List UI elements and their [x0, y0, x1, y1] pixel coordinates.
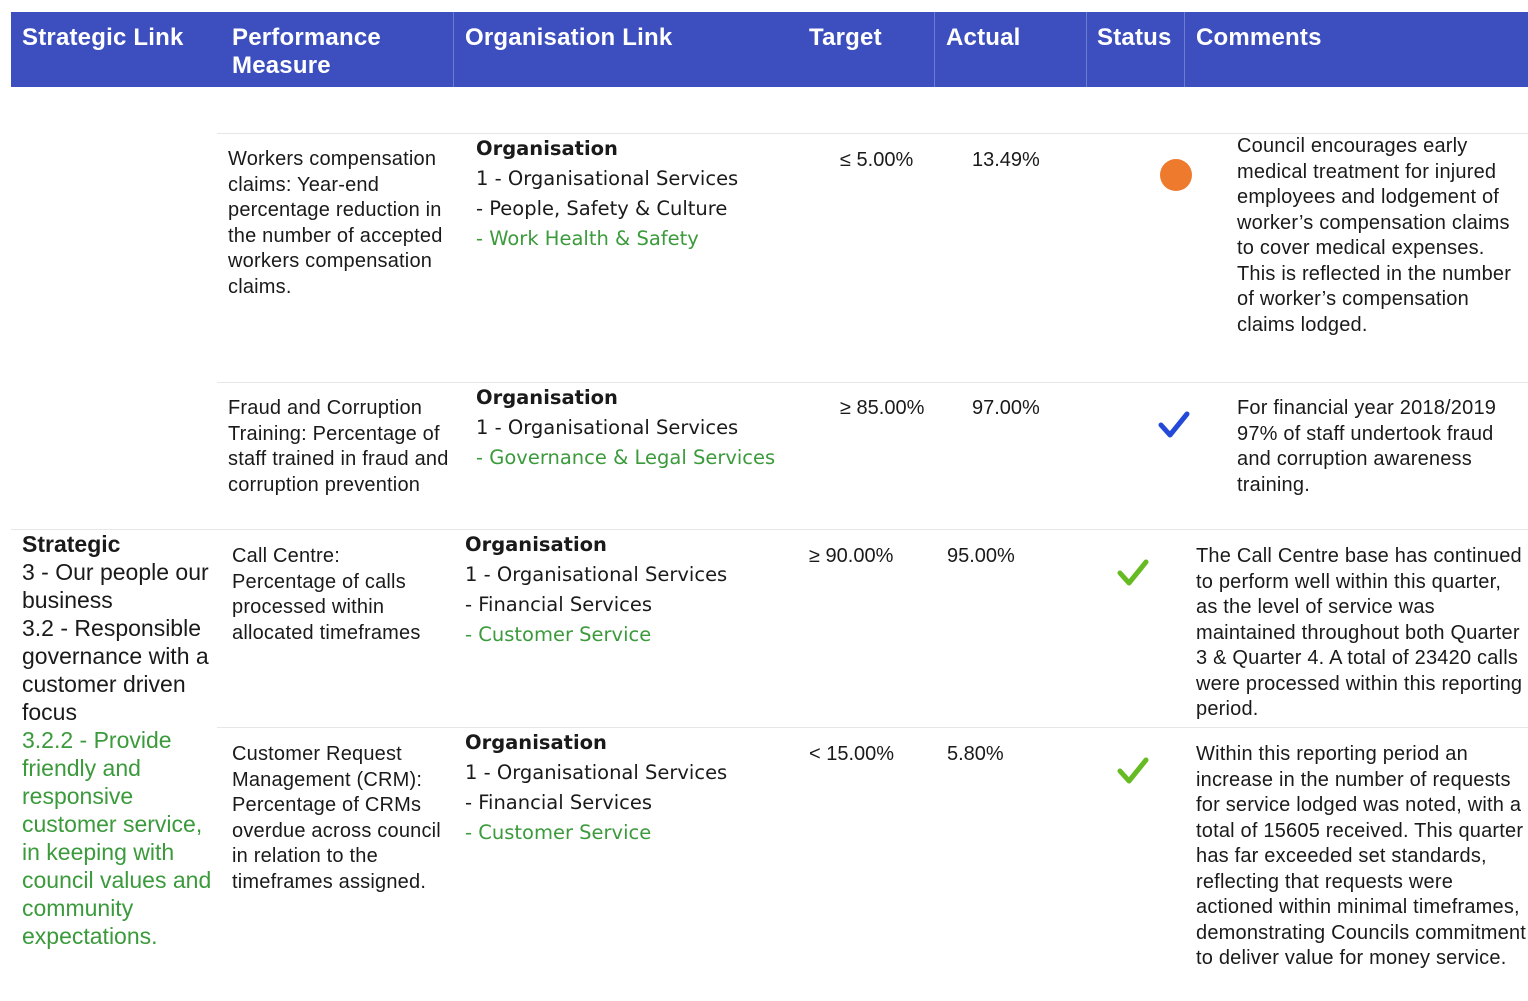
performance-measure: Workers compensation claims: Year-end pe…: [228, 148, 443, 298]
org-line: 1 - Organisational Services: [476, 416, 739, 439]
org-line: - Financial Services: [465, 593, 653, 616]
org-title: Organisation: [465, 533, 607, 556]
organisation-link: Organisation 1 - Organisational Services…: [465, 728, 795, 848]
header-organisation-link: Organisation Link: [465, 24, 673, 51]
org-title: Organisation: [465, 731, 607, 754]
header-target: Target: [809, 24, 882, 51]
green-check-icon: [1117, 756, 1149, 791]
comment-text: The Call Centre base has continued to pe…: [1196, 545, 1523, 720]
actual-value: 97.00%: [972, 397, 1040, 419]
performance-measure: Customer Request Management (CRM): Perce…: [232, 743, 441, 893]
target-value: < 15.00%: [809, 743, 895, 765]
strategic-link-cell: Strategic 3 - Our people our business 3.…: [22, 530, 212, 950]
header-performance-measure: Performance Measure: [232, 24, 381, 79]
org-line: - Customer Service: [465, 623, 652, 646]
header-divider: [453, 12, 454, 87]
organisation-link: Organisation 1 - Organisational Services…: [476, 383, 796, 473]
header-divider: [934, 12, 935, 87]
org-line: - Governance & Legal Services: [476, 446, 776, 469]
target-value: ≤ 5.00%: [840, 149, 914, 171]
organisation-link: Organisation 1 - Organisational Services…: [465, 530, 795, 650]
org-line: - Work Health & Safety: [476, 227, 699, 250]
row-divider: [217, 382, 1528, 383]
table-header: Strategic Link Performance Measure Organ…: [11, 12, 1528, 87]
header-actual: Actual: [946, 24, 1021, 51]
performance-measure: Call Centre: Percentage of calls process…: [232, 545, 421, 644]
comment-text: Within this reporting period an increase…: [1196, 743, 1527, 969]
target-value: ≥ 90.00%: [809, 545, 894, 567]
org-title: Organisation: [476, 386, 618, 409]
header-strategic-link: Strategic Link: [22, 24, 184, 51]
strategic-line-3: 3.2.2 - Provide friendly and responsive …: [22, 727, 212, 949]
strategic-line-1: 3 - Our people our business: [22, 559, 209, 613]
org-line: - Financial Services: [465, 791, 653, 814]
actual-value: 13.49%: [972, 149, 1040, 171]
row-divider: [217, 727, 1528, 728]
green-check-icon: [1117, 558, 1149, 593]
comment-text: For financial year 2018/2019 97% of staf…: [1237, 397, 1497, 496]
strategic-line-2: 3.2 - Responsible governance with a cust…: [22, 615, 209, 725]
header-comments: Comments: [1196, 24, 1322, 51]
comment-text: Council encourages early medical treatme…: [1237, 135, 1512, 336]
strategic-title: Strategic: [22, 531, 121, 557]
org-line: - Customer Service: [465, 821, 652, 844]
org-line: - People, Safety & Culture: [476, 197, 728, 220]
header-divider: [1184, 12, 1185, 87]
performance-measure: Fraud and Corruption Training: Percentag…: [228, 397, 449, 496]
actual-value: 5.80%: [947, 743, 1004, 765]
header-status: Status: [1097, 24, 1172, 51]
org-line: 1 - Organisational Services: [476, 167, 739, 190]
orange-dot-icon: [1159, 158, 1193, 197]
target-value: ≥ 85.00%: [840, 397, 925, 419]
org-line: 1 - Organisational Services: [465, 563, 728, 586]
organisation-link: Organisation 1 - Organisational Services…: [476, 134, 796, 254]
header-divider: [1086, 12, 1087, 87]
org-title: Organisation: [476, 137, 618, 160]
org-line: 1 - Organisational Services: [465, 761, 728, 784]
actual-value: 95.00%: [947, 545, 1015, 567]
blue-check-icon: [1158, 410, 1190, 445]
